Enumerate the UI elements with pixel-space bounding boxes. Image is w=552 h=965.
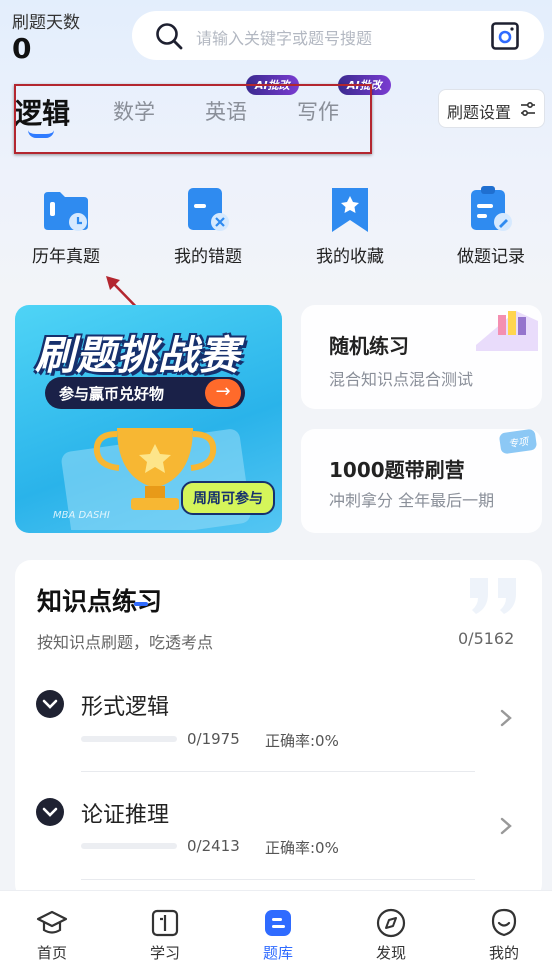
knowledge-point-name: 论证推理 — [81, 803, 170, 828]
quick-link-past-exams[interactable]: 历年真题 — [6, 184, 126, 267]
quick-link-label: 做题记录 — [457, 247, 525, 267]
chevron-right-icon[interactable] — [498, 816, 514, 840]
chevron-down-icon[interactable] — [36, 690, 64, 718]
bootcamp-subtitle: 冲刺拿分 全年最后一期 — [329, 491, 495, 510]
nav-question-bank[interactable]: 题库 — [238, 891, 318, 963]
knowledge-point-count: 0/1975 — [187, 730, 240, 748]
knowledge-point-accuracy: 正确率:0% — [265, 732, 339, 750]
wrong-note-icon — [182, 184, 234, 236]
quick-link-label: 我的收藏 — [316, 247, 384, 267]
sliders-icon — [521, 101, 535, 117]
compass-icon — [375, 907, 407, 939]
banner-weekly-pill: 周周可参与 — [181, 481, 275, 515]
nav-label: 首页 — [36, 944, 67, 962]
quick-link-label: 历年真题 — [32, 247, 100, 267]
practice-settings-label: 刷题设置 — [447, 103, 512, 122]
random-practice-title: 随机练习 — [329, 334, 409, 358]
nav-discover[interactable]: 发现 — [351, 891, 431, 963]
annotation-highlight-box — [14, 84, 372, 154]
clipboard-pen-icon — [465, 184, 517, 236]
divider — [81, 879, 475, 880]
search-placeholder: 请输入关键字或题号搜题 — [196, 29, 373, 48]
arrow-right-icon: → — [205, 379, 241, 407]
chevron-down-icon[interactable] — [36, 798, 64, 826]
bootcamp-card[interactable]: 专项 1000题带刷营 冲刺拿分 全年最后一期 — [301, 428, 542, 533]
nav-label: 题库 — [262, 944, 293, 962]
nav-home[interactable]: 首页 — [12, 891, 92, 963]
quick-link-wrong-answers[interactable]: 我的错题 — [148, 184, 268, 267]
nav-label: 发现 — [375, 944, 406, 962]
practice-settings-button[interactable]: 刷题设置 — [438, 89, 545, 128]
photo-search-icon[interactable] — [490, 21, 520, 55]
question-bank-icon — [262, 907, 294, 939]
book-icon — [149, 907, 181, 939]
nav-study[interactable]: 学习 — [125, 891, 205, 963]
bootcamp-title: 1000题带刷营 — [329, 458, 465, 482]
graduation-cap-icon — [36, 907, 68, 939]
smile-face-icon — [488, 907, 520, 939]
nav-label: 我的 — [488, 944, 519, 962]
chevron-right-icon[interactable] — [498, 708, 514, 732]
challenge-banner[interactable]: 刷题挑战赛 参与赢币兑好物 → 周周可参与 MBA DASHI — [15, 305, 282, 533]
quote-mark-icon — [470, 578, 516, 614]
knowledge-progress-bar — [81, 736, 177, 742]
title-accent-mark — [134, 602, 148, 606]
star-bookmark-icon — [324, 184, 376, 236]
knowledge-practice-count: 0/5162 — [458, 629, 515, 648]
study-days-label: 刷题天数 — [12, 13, 80, 33]
banner-title: 刷题挑战赛 — [35, 333, 240, 379]
knowledge-progress-bar — [81, 843, 177, 849]
special-badge: 专项 — [498, 428, 538, 455]
random-practice-subtitle: 混合知识点混合测试 — [329, 370, 474, 389]
quick-link-favorites[interactable]: 我的收藏 — [290, 184, 410, 267]
knowledge-point-name: 形式逻辑 — [81, 695, 170, 720]
nav-profile[interactable]: 我的 — [464, 891, 544, 963]
nav-label: 学习 — [149, 944, 180, 962]
bottom-nav: 首页 学习 题库 发现 我的 — [0, 890, 552, 965]
study-days-value: 0 — [12, 32, 32, 65]
folder-clock-icon — [40, 184, 92, 236]
random-practice-card[interactable]: 随机练习 混合知识点混合测试 — [301, 305, 542, 409]
knowledge-point-count: 0/2413 — [187, 837, 240, 855]
knowledge-practice-title: 知识点练习 — [37, 587, 163, 616]
knowledge-point-accuracy: 正确率:0% — [265, 839, 339, 857]
search-bar[interactable]: 请输入关键字或题号搜题 — [132, 11, 544, 60]
knowledge-practice-desc: 按知识点刷题，吃透考点 — [37, 633, 214, 652]
banner-brand-text: MBA DASHI — [53, 510, 110, 521]
quick-link-history[interactable]: 做题记录 — [431, 184, 551, 267]
stationery-icon — [476, 311, 538, 351]
quick-link-label: 我的错题 — [174, 247, 242, 267]
search-icon — [154, 21, 184, 55]
divider — [81, 771, 475, 772]
